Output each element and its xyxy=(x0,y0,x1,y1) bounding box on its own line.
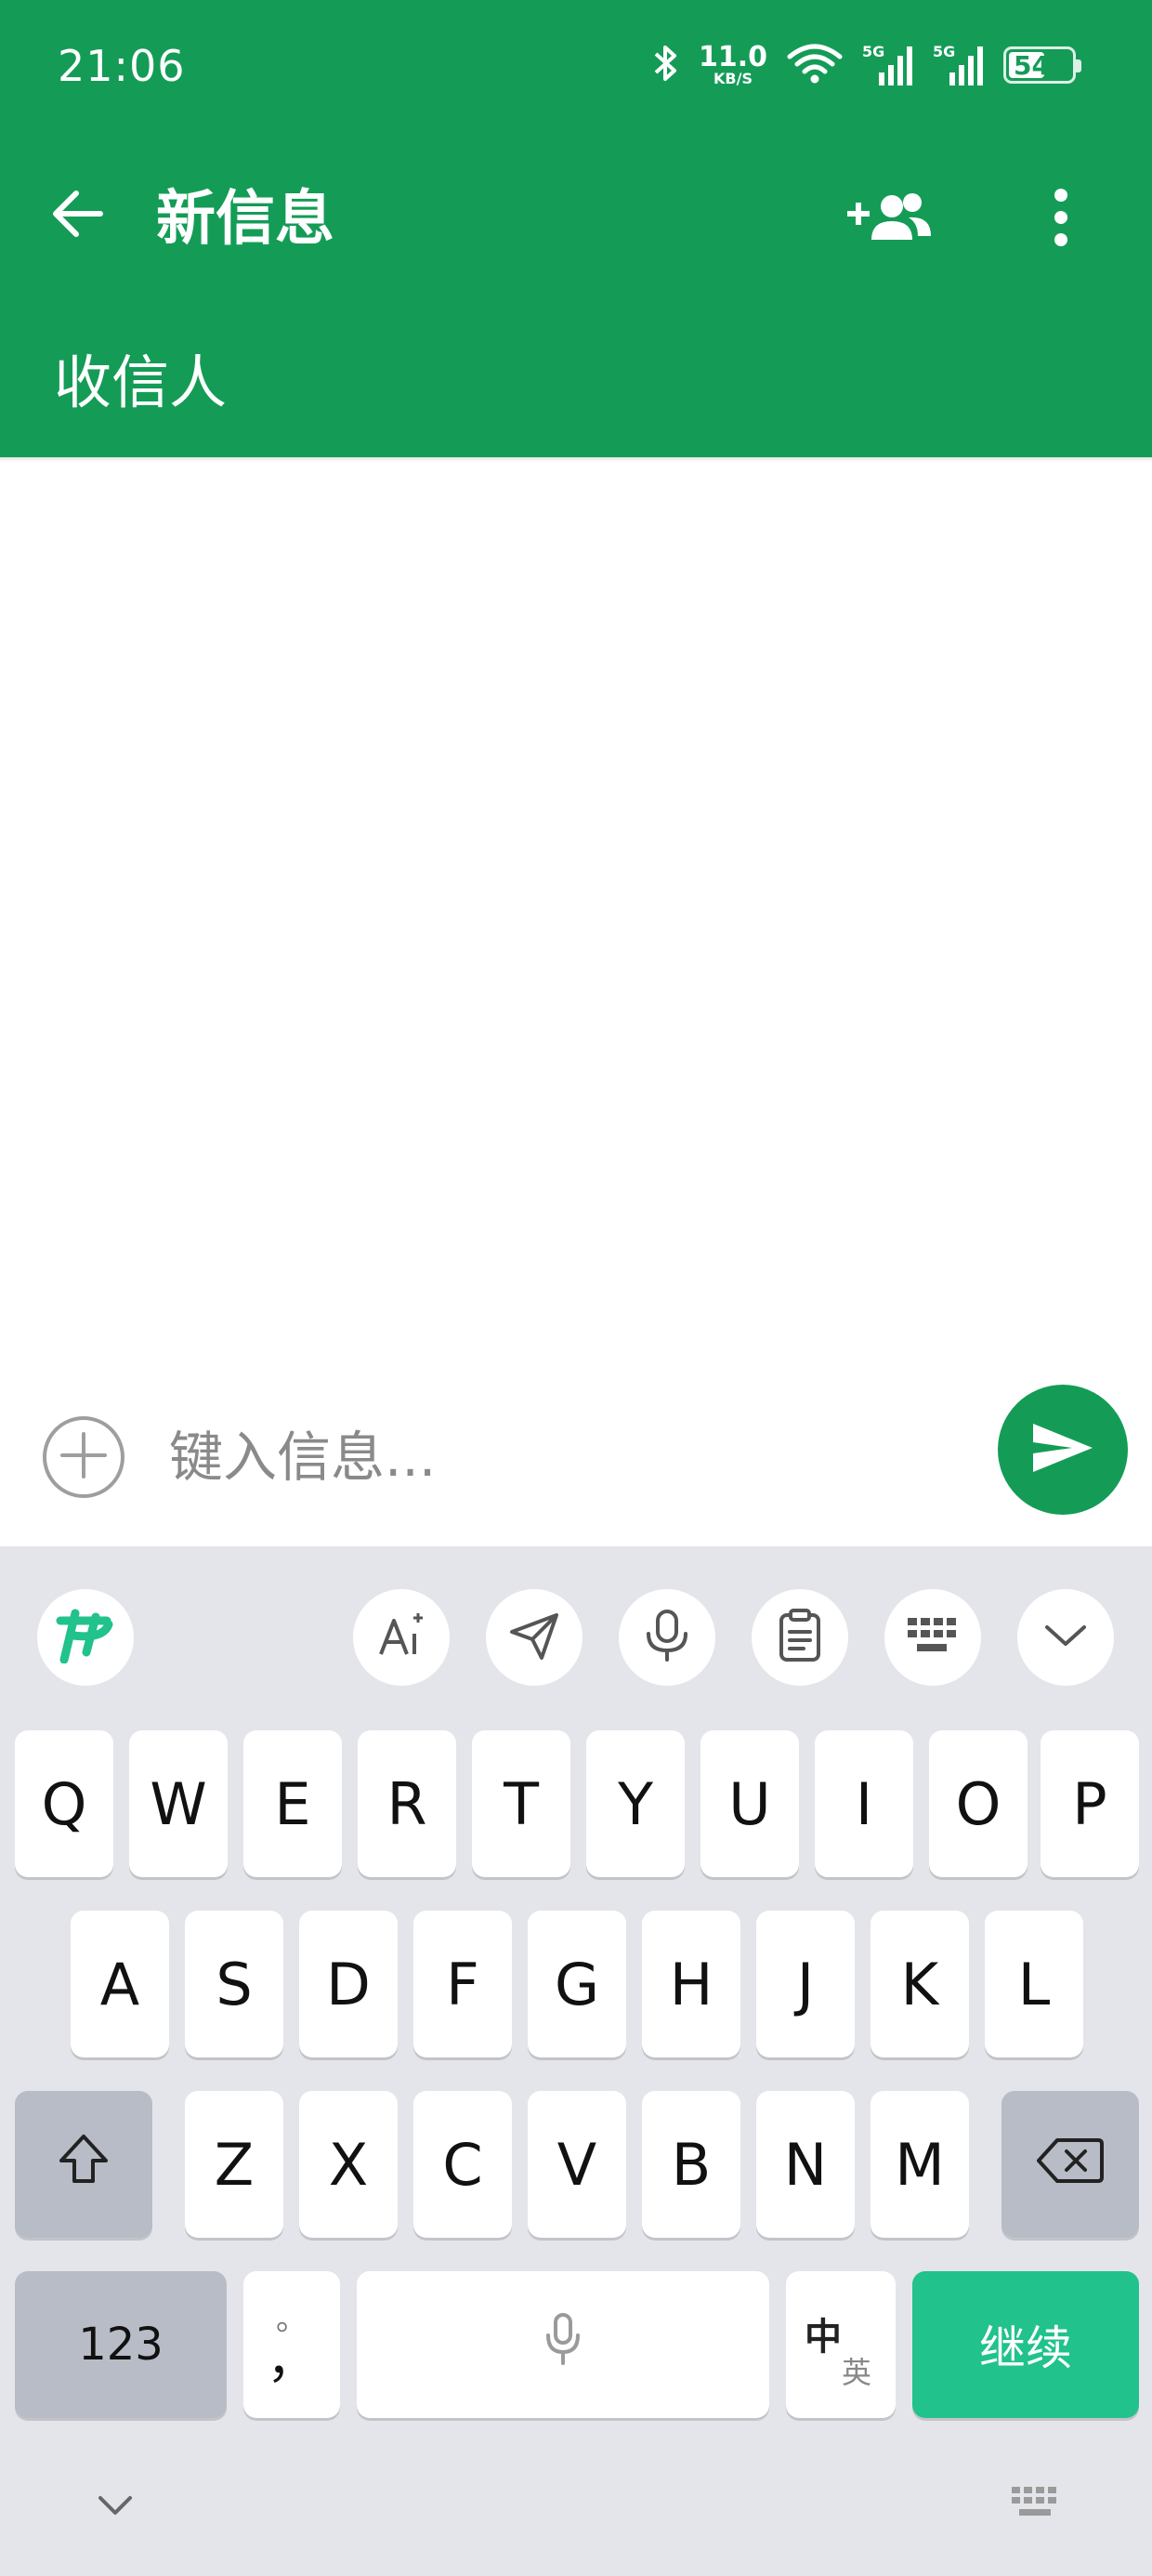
key-y[interactable]: Y xyxy=(586,1730,685,1877)
battery-level: 54 xyxy=(1014,49,1050,81)
backspace-key[interactable] xyxy=(1001,2091,1139,2238)
punct-bottom: ， xyxy=(267,2331,317,2389)
keyboard-layout-button[interactable] xyxy=(884,1589,981,1686)
signal-icon: 5G xyxy=(933,43,985,87)
ime-logo-icon xyxy=(53,1608,118,1667)
conversation-area xyxy=(0,457,1152,1387)
shift-key[interactable] xyxy=(15,2091,152,2238)
punctuation-key[interactable]: 。 ， xyxy=(243,2271,340,2418)
key-m[interactable]: M xyxy=(871,2091,969,2238)
microphone-icon xyxy=(544,2311,582,2379)
back-button[interactable] xyxy=(45,182,111,249)
key-z[interactable]: Z xyxy=(185,2091,283,2238)
more-vert-icon xyxy=(1052,188,1070,251)
key-n[interactable]: N xyxy=(756,2091,855,2238)
status-icons: 11.0 KB/S 5G 5G 54 xyxy=(652,37,1081,93)
microphone-icon xyxy=(641,1608,693,1667)
collapse-keyboard-button[interactable] xyxy=(1017,1589,1114,1686)
key-a[interactable]: A xyxy=(71,1911,169,2057)
status-time: 21:06 xyxy=(58,41,186,91)
keyboard-switch-button[interactable] xyxy=(1003,2477,1070,2533)
key-o[interactable]: O xyxy=(929,1730,1028,1877)
key-i[interactable]: I xyxy=(815,1730,913,1877)
soft-keyboard xyxy=(0,1546,1152,2576)
key-b[interactable]: B xyxy=(642,2091,740,2238)
hide-keyboard-button[interactable] xyxy=(82,2479,149,2535)
numbers-key[interactable]: 123 xyxy=(15,2271,227,2418)
net-speed: 11.0 KB/S xyxy=(698,41,767,87)
send-icon xyxy=(1031,1422,1094,1478)
recipient-field[interactable]: 收信人 xyxy=(54,346,227,420)
backspace-icon xyxy=(1037,2131,1104,2199)
key-w[interactable]: W xyxy=(129,1730,228,1877)
keyboard-layout-icon xyxy=(906,1614,960,1661)
key-s[interactable]: S xyxy=(185,1911,283,2057)
battery-icon: 54 xyxy=(1003,46,1081,84)
clipboard-button[interactable] xyxy=(752,1589,848,1686)
voice-input-button[interactable] xyxy=(619,1589,715,1686)
key-k[interactable]: K xyxy=(871,1911,969,2057)
attach-button[interactable] xyxy=(43,1416,124,1498)
key-u[interactable]: U xyxy=(700,1730,799,1877)
bluetooth-icon xyxy=(652,42,680,88)
add-circle-icon xyxy=(59,1430,109,1484)
ai-write-button[interactable] xyxy=(353,1589,450,1686)
key-h[interactable]: H xyxy=(642,1911,740,2057)
space-key[interactable] xyxy=(357,2271,769,2418)
key-t[interactable]: T xyxy=(472,1730,570,1877)
send-plane-icon xyxy=(508,1610,560,1665)
key-f[interactable]: F xyxy=(413,1911,512,2057)
key-l[interactable]: L xyxy=(985,1911,1083,2057)
lang-secondary: 英 xyxy=(842,2355,872,2390)
key-d[interactable]: D xyxy=(299,1911,398,2057)
key-e[interactable]: E xyxy=(243,1730,342,1877)
language-switch-key[interactable]: 中 英 xyxy=(786,2271,896,2418)
key-j[interactable]: J xyxy=(756,1911,855,2057)
key-c[interactable]: C xyxy=(413,2091,512,2238)
back-arrow-icon xyxy=(50,186,106,245)
key-x[interactable]: X xyxy=(299,2091,398,2238)
keyboard-icon xyxy=(1010,2485,1064,2526)
lang-primary: 中 xyxy=(805,2316,842,2359)
chevron-down-icon xyxy=(97,2494,134,2520)
signal-icon: 5G xyxy=(862,43,914,87)
ime-logo-button[interactable] xyxy=(37,1589,134,1686)
continue-key[interactable]: 继续 xyxy=(912,2271,1139,2418)
key-r[interactable]: R xyxy=(358,1730,456,1877)
message-input[interactable] xyxy=(169,1422,968,1492)
key-v[interactable]: V xyxy=(528,2091,626,2238)
page-title: 新信息 xyxy=(156,185,334,254)
send-plane-button[interactable] xyxy=(486,1589,583,1686)
shift-arrow-icon xyxy=(56,2131,111,2199)
add-contact-icon xyxy=(847,190,933,249)
collapse-chevron-icon xyxy=(1043,1622,1088,1653)
wifi-icon xyxy=(786,42,844,88)
more-options-button[interactable] xyxy=(1033,182,1089,256)
key-g[interactable]: G xyxy=(528,1911,626,2057)
send-button[interactable] xyxy=(998,1385,1128,1515)
add-contact-button[interactable] xyxy=(844,182,936,256)
app-header: 21:06 11.0 KB/S 5G 5G 54 新信息 收信人 xyxy=(0,0,1152,457)
ai-write-icon xyxy=(375,1610,427,1665)
clipboard-icon xyxy=(776,1608,824,1667)
key-p[interactable]: P xyxy=(1041,1730,1139,1877)
key-q[interactable]: Q xyxy=(15,1730,113,1877)
